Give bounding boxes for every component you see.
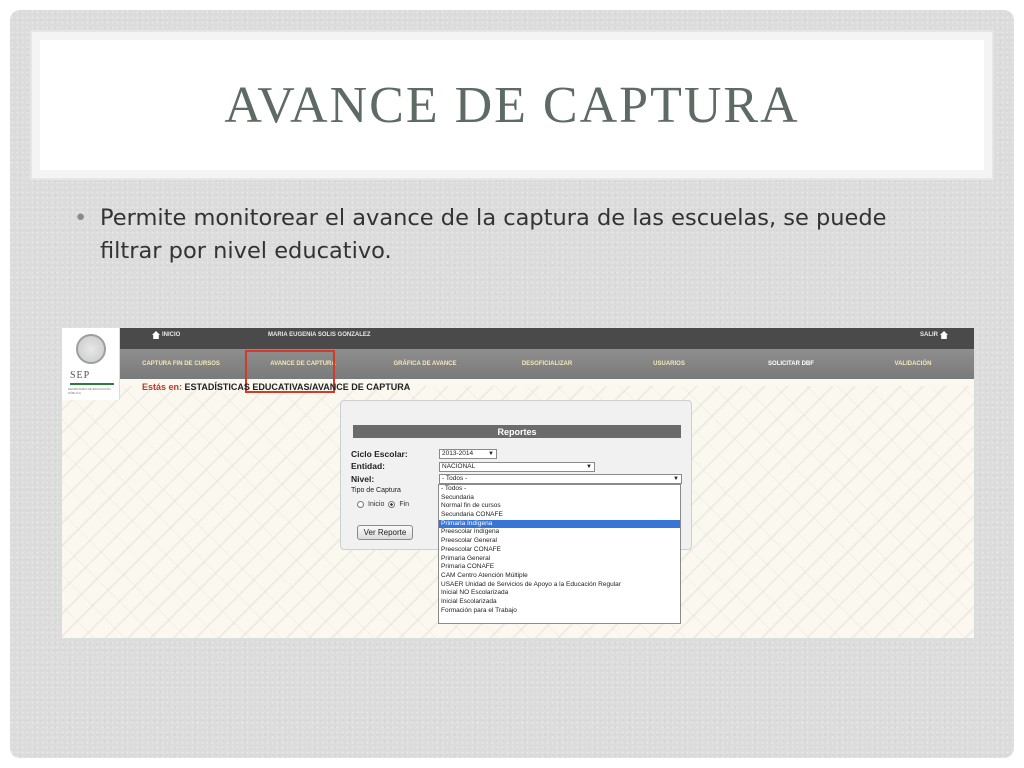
nav-solicitar-dbf[interactable]: SOLICITAR DBF [730,349,852,379]
bullet-point: • Permite monitorear el avance de la cap… [74,202,954,268]
nav-validacion[interactable]: VALIDACIÓN [852,349,974,379]
nivel-option[interactable]: - Todos - [439,485,680,494]
nav-desoficializar[interactable]: DESOFICIALIZAR [486,349,608,379]
logo-divider [70,383,114,385]
dropdown-arrow-icon: ▼ [673,476,679,482]
breadcrumb-prefix: Estás en: [142,382,183,392]
logo-text: SEP [70,370,91,381]
ver-reporte-button[interactable]: Ver Reporte [357,525,413,540]
entidad-select[interactable]: NACIONAL ▼ [439,462,595,472]
title-inner: AVANCE DE CAPTURA [40,40,984,170]
radio-fin-label: Fin [399,501,410,508]
bullet-text: Permite monitorear el avance de la captu… [100,205,887,264]
sep-logo: SEP SECRETARÍA DE EDUCACIÓN PÚBLICA [62,328,120,400]
logout-label: SALIR [920,332,938,338]
nav-captura-fin-de-cursos[interactable]: CAPTURA FIN DE CURSOS [120,349,242,379]
app-screenshot: SEP SECRETARÍA DE EDUCACIÓN PÚBLICA INIC… [62,328,974,638]
nivel-option[interactable]: Inicial Escolarizada [439,598,680,607]
nivel-select[interactable]: - Todos - ▼ [439,474,682,484]
nivel-option[interactable]: Secundaria CONAFE [439,511,680,520]
seal-icon [76,334,106,364]
nivel-option[interactable]: Inicial NO Escolarizada [439,589,680,598]
ciclo-value: 2013-2014 [442,450,474,457]
nivel-option[interactable]: USAER Unidad de Servicios de Apoyo a la … [439,581,680,590]
tipo-captura-label: Tipo de Captura [351,487,401,494]
home-link[interactable]: INICIO [152,331,180,339]
home-icon [152,331,160,339]
dropdown-arrow-icon: ▼ [586,464,592,470]
nivel-option[interactable]: Formación para el Trabajo [439,607,680,616]
user-name: MARIA EUGENIA SOLIS GONZALEZ [268,332,371,338]
logout-link[interactable]: SALIR [920,331,948,339]
nivel-option[interactable]: Primaria Indígena [439,519,680,529]
nav-grafica-de-avance[interactable]: GRÁFICA DE AVANCE [364,349,486,379]
entidad-value: NACIONAL [442,463,476,470]
nivel-option[interactable]: Preescolar General [439,537,680,546]
ciclo-label: Ciclo Escolar: [351,449,408,459]
top-bar: INICIO MARIA EUGENIA SOLIS GONZALEZ SALI… [120,328,974,349]
logo-subtext: SECRETARÍA DE EDUCACIÓN PÚBLICA [68,387,111,395]
nivel-option[interactable]: Primaria CONAFE [439,563,680,572]
slide-title: AVANCE DE CAPTURA [224,76,800,134]
nivel-dropdown-list: - Todos - Secundaria Normal fin de cursos S… [438,484,681,624]
nivel-option[interactable]: Primaria General [439,555,680,564]
nivel-option[interactable]: Preescolar Indígena [439,528,680,537]
nivel-option[interactable]: CAM Centro Atención Múltiple [439,572,680,581]
entidad-label: Entidad: [351,461,385,471]
home-icon [940,331,948,339]
bullet-dot-icon: • [74,205,88,231]
nivel-option[interactable]: Normal fin de cursos [439,502,680,511]
title-box: AVANCE DE CAPTURA [30,30,994,180]
report-header: Reportes [353,425,681,438]
radio-inicio-label: Inicio [368,501,385,508]
nivel-option[interactable]: Preescolar CONAFE [439,546,680,555]
tipo-captura-radios: Inicio Fin [357,501,409,508]
breadcrumb-path: ESTADÍSTICAS EDUCATIVAS/AVANCE DE CAPTUR… [184,382,411,392]
radio-fin[interactable] [388,501,396,508]
nivel-option[interactable]: Secundaria [439,494,680,503]
nivel-value: - Todos - [442,475,468,482]
dropdown-arrow-icon: ▼ [488,451,494,457]
breadcrumb: Estás en: ESTADÍSTICAS EDUCATIVAS/AVANCE… [142,382,410,392]
ciclo-select[interactable]: 2013-2014 ▼ [439,449,497,459]
nav-usuarios[interactable]: USUARIOS [608,349,730,379]
nivel-label: Nivel: [351,474,375,484]
home-label: INICIO [162,332,181,338]
radio-inicio[interactable] [357,501,364,508]
